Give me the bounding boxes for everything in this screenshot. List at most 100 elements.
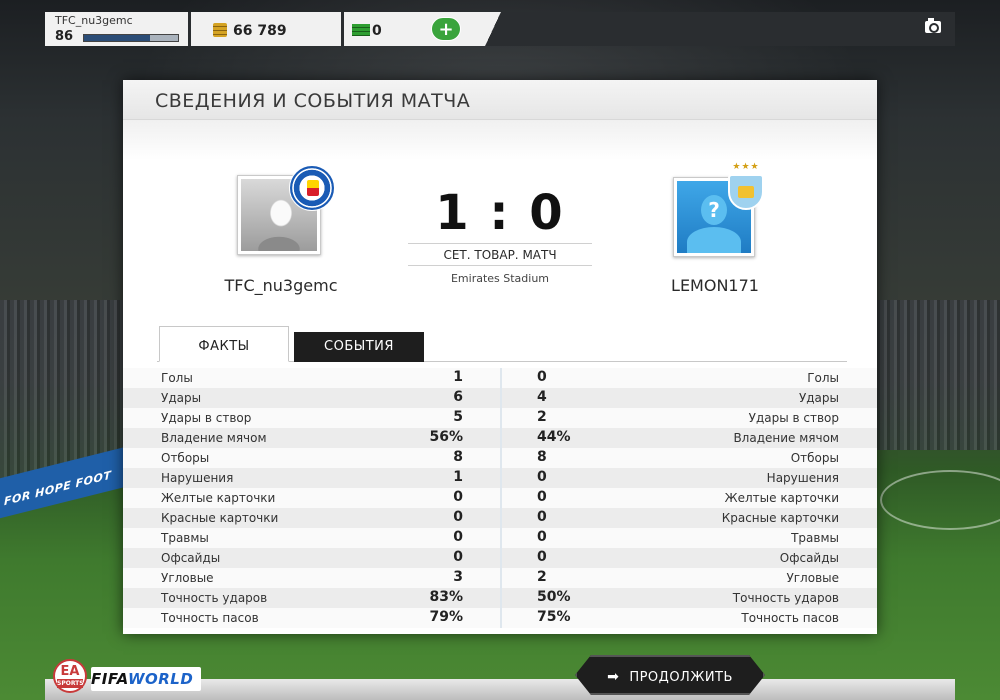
stat-label-away: Травмы bbox=[791, 531, 839, 545]
match-type: СЕТ. ТОВАР. МАТЧ bbox=[408, 243, 592, 266]
stats-row: Владение мячом 56% 44% Владение мячом bbox=[123, 428, 877, 448]
user-info[interactable]: TFC_nu3gemc 86 bbox=[45, 12, 188, 46]
away-club-stars: ★★★ bbox=[732, 162, 760, 172]
stats-divider bbox=[500, 368, 502, 388]
stat-label-away: Нарушения bbox=[766, 471, 839, 485]
stat-value-home: 79% bbox=[429, 609, 463, 625]
stats-divider bbox=[500, 588, 502, 608]
stat-value-away: 0 bbox=[537, 529, 547, 545]
away-team-name: LEMON171 bbox=[671, 276, 759, 295]
stats-divider bbox=[500, 388, 502, 408]
username: TFC_nu3gemc bbox=[55, 14, 133, 27]
coins-display: 66 789 bbox=[191, 12, 341, 46]
stat-label-away: Отборы bbox=[790, 451, 839, 465]
stat-label-home: Голы bbox=[161, 371, 193, 385]
tab-events[interactable]: СОБЫТИЯ bbox=[294, 332, 424, 362]
stats-table: Голы 1 0 Голы Удары 6 4 Удары Удары в створ 5 2 Уда… bbox=[123, 368, 877, 628]
stat-value-home: 6 bbox=[453, 389, 463, 405]
stat-label-home: Желтые карточки bbox=[161, 491, 276, 505]
stats-row: Офсайды 0 0 Офсайды bbox=[123, 548, 877, 568]
stat-label-home: Угловые bbox=[161, 571, 214, 585]
world-logo-text: WORLD bbox=[127, 670, 194, 688]
stats-divider bbox=[500, 508, 502, 528]
stat-value-away: 0 bbox=[537, 469, 547, 485]
stat-value-away: 50% bbox=[537, 589, 571, 605]
stat-label-home: Точность пасов bbox=[161, 611, 259, 625]
stat-value-home: 3 bbox=[453, 569, 463, 585]
stat-label-away: Точность ударов bbox=[732, 591, 839, 605]
stats-row: Красные карточки 0 0 Красные карточки bbox=[123, 508, 877, 528]
stat-label-away: Удары в створ bbox=[748, 411, 839, 425]
stat-label-away: Желтые карточки bbox=[724, 491, 839, 505]
stat-label-away: Угловые bbox=[786, 571, 839, 585]
stats-row: Удары в створ 5 2 Удары в створ bbox=[123, 408, 877, 428]
stat-label-home: Красные карточки bbox=[161, 511, 279, 525]
stat-value-away: 0 bbox=[537, 549, 547, 565]
cash-icon bbox=[352, 24, 370, 36]
stat-label-home: Точность ударов bbox=[161, 591, 268, 605]
stat-label-away: Красные карточки bbox=[721, 511, 839, 525]
stat-value-away: 8 bbox=[537, 449, 547, 465]
stats-divider bbox=[500, 468, 502, 488]
arrow-right-icon: ➡ bbox=[607, 669, 620, 685]
stats-divider bbox=[500, 448, 502, 468]
stats-row: Желтые карточки 0 0 Желтые карточки bbox=[123, 488, 877, 508]
fifa-logo-text: FIFA bbox=[91, 670, 128, 688]
stats-row: Травмы 0 0 Травмы bbox=[123, 528, 877, 548]
pitch-line bbox=[880, 470, 1000, 530]
continue-button[interactable]: ➡ ПРОДОЛЖИТЬ bbox=[575, 655, 765, 695]
stat-value-away: 0 bbox=[537, 369, 547, 385]
stats-row: Голы 1 0 Голы bbox=[123, 368, 877, 388]
stat-value-away: 0 bbox=[537, 489, 547, 505]
stat-value-away: 4 bbox=[537, 389, 547, 405]
stat-label-home: Удары в створ bbox=[161, 411, 252, 425]
stat-label-home: Офсайды bbox=[161, 551, 221, 565]
add-cash-button[interactable]: + bbox=[431, 17, 461, 41]
stat-label-away: Офсайды bbox=[779, 551, 839, 565]
stat-value-home: 5 bbox=[453, 409, 463, 425]
stat-label-away: Удары bbox=[798, 391, 839, 405]
stats-divider bbox=[500, 408, 502, 428]
stats-divider bbox=[500, 428, 502, 448]
tab-facts[interactable]: ФАКТЫ bbox=[159, 326, 289, 362]
stats-divider bbox=[500, 528, 502, 548]
stadium-name: Emirates Stadium bbox=[450, 272, 550, 285]
stats-row: Точность ударов 83% 50% Точность ударов bbox=[123, 588, 877, 608]
stat-value-home: 83% bbox=[429, 589, 463, 605]
stat-value-home: 0 bbox=[453, 489, 463, 505]
stat-value-away: 2 bbox=[537, 569, 547, 585]
stats-row: Отборы 8 8 Отборы bbox=[123, 448, 877, 468]
stat-label-away: Точность пасов bbox=[741, 611, 839, 625]
stat-value-away: 44% bbox=[537, 429, 571, 445]
match-score: 1 : 0 bbox=[435, 185, 565, 241]
home-team-name: TFC_nu3gemc bbox=[224, 276, 338, 295]
stat-label-home: Удары bbox=[161, 391, 202, 405]
camera-icon[interactable] bbox=[925, 18, 941, 33]
stats-divider bbox=[500, 548, 502, 568]
stat-label-home: Владение мячом bbox=[161, 431, 267, 445]
continue-label: ПРОДОЛЖИТЬ bbox=[629, 670, 733, 685]
stat-value-home: 56% bbox=[429, 429, 463, 445]
stat-label-away: Голы bbox=[807, 371, 839, 385]
stats-divider bbox=[500, 568, 502, 588]
stats-row: Угловые 3 2 Угловые bbox=[123, 568, 877, 588]
ea-logo-text: EA bbox=[60, 664, 80, 679]
coins-icon bbox=[213, 23, 227, 37]
cash-value: 0 bbox=[372, 23, 382, 39]
home-club-crest-icon bbox=[289, 165, 335, 211]
away-club-crest-icon bbox=[728, 174, 764, 210]
xp-bar bbox=[83, 34, 179, 42]
coins-value: 66 789 bbox=[233, 23, 287, 39]
stats-divider bbox=[500, 608, 502, 628]
crowd-right bbox=[870, 300, 1000, 450]
stat-value-home: 1 bbox=[453, 369, 463, 385]
top-bar: TFC_nu3gemc 86 66 789 0 + bbox=[45, 12, 955, 46]
stat-value-away: 0 bbox=[537, 509, 547, 525]
panel-title: СВЕДЕНИЯ И СОБЫТИЯ МАТЧА bbox=[155, 90, 471, 112]
fifa-world-logo: FIFAWORLD bbox=[91, 667, 202, 691]
stat-label-home: Нарушения bbox=[161, 471, 234, 485]
ea-sports-logo: EA SPORTS bbox=[53, 659, 87, 693]
match-summary-panel: СВЕДЕНИЯ И СОБЫТИЯ МАТЧА TFC_nu3gemc 1 :… bbox=[123, 80, 877, 634]
user-level: 86 bbox=[55, 29, 74, 44]
topbar-slant bbox=[463, 12, 523, 46]
